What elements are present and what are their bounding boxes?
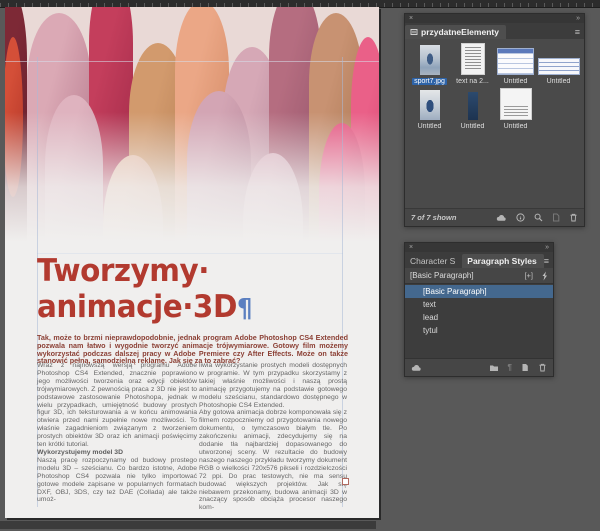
library-item-label: Untitled — [503, 123, 528, 130]
document-page[interactable]: Tworzymy· animacje·3D¶ Tak, może to brzm… — [5, 7, 379, 518]
tab-przydatne-elementy[interactable]: przydatneElementy — [405, 25, 506, 39]
clear-overrides-icon[interactable]: ¶ — [508, 363, 512, 372]
body-paragraph: Wraz z najnowszą wersją programu Adobe P… — [37, 362, 197, 449]
styles-panel-tabs: Character S Paragraph Styles ≡ — [405, 252, 553, 268]
style-row[interactable]: tytul — [405, 324, 553, 337]
character-styles-tab-label: Character S — [410, 256, 456, 266]
headline-text-frame[interactable]: Tworzymy· animacje·3D¶ — [37, 253, 341, 327]
library-item-thumbnail — [499, 88, 532, 120]
collapse-panel-icon[interactable]: » — [576, 15, 580, 22]
body-paragraph: Aby gotowa animacja dobrze komponowała s… — [199, 409, 347, 512]
styles-panel-titlebar: × » — [405, 243, 553, 252]
body-subhead: Wykorzystujemy model 3D — [37, 448, 123, 456]
style-row[interactable]: text — [405, 298, 553, 311]
photo-white-fade — [5, 7, 379, 257]
body-column-right[interactable]: liwia wykorzystanie prostych modeli dost… — [199, 362, 347, 512]
library-item-label: Untitled — [503, 78, 528, 85]
close-panel-icon[interactable]: × — [409, 15, 413, 22]
style-group-folder-icon[interactable] — [489, 364, 499, 372]
library-item-thumbnail — [537, 58, 580, 75]
new-style-icon[interactable] — [521, 363, 529, 372]
style-row[interactable]: lead — [405, 311, 553, 324]
horizontal-guide — [5, 61, 379, 62]
paragraph-styles-tab-label: Paragraph Styles — [467, 256, 537, 266]
style-name: [Basic Paragraph] — [423, 287, 487, 296]
library-item-thumbnail — [497, 48, 534, 75]
style-name: text — [423, 300, 436, 309]
library-item-thumbnail — [467, 92, 478, 120]
styles-controls-row: [Basic Paragraph] [+] — [405, 268, 553, 283]
style-name: tytul — [423, 326, 438, 335]
lipstick-photo-frame[interactable] — [5, 7, 379, 257]
library-item[interactable]: sport7.jpg — [408, 44, 451, 85]
cc-libraries-icon[interactable] — [411, 364, 422, 372]
close-panel-icon[interactable]: × — [409, 244, 413, 251]
library-item[interactable]: Untitled — [408, 89, 451, 130]
library-panel: × » przydatneElementy ≡ sport7.jpg text … — [404, 13, 585, 227]
library-item-thumbnail — [419, 90, 440, 120]
library-item[interactable]: Untitled — [494, 44, 537, 85]
style-row[interactable]: [Basic Paragraph] — [405, 285, 553, 298]
pilcrow-mark: ¶ — [236, 294, 253, 324]
library-tab-label: przydatneElementy — [421, 27, 499, 37]
pasteboard-strip — [0, 521, 376, 529]
collapse-panel-icon[interactable]: » — [545, 244, 549, 251]
library-item[interactable]: Untitled — [537, 44, 580, 85]
lead-text-frame[interactable]: Tak, może to brzmi nieprawdopodobnie, je… — [37, 334, 348, 365]
panel-menu-icon[interactable]: ≡ — [575, 27, 584, 39]
library-count-label: 7 of 7 shown — [411, 213, 457, 222]
item-info-icon[interactable] — [516, 213, 525, 222]
style-name: lead — [423, 313, 439, 322]
search-subset-icon[interactable] — [534, 213, 543, 222]
library-item[interactable]: Untitled — [451, 89, 494, 130]
library-panel-titlebar: × » — [405, 14, 584, 23]
text-overflow-port[interactable] — [342, 478, 349, 485]
library-item-label: sport7.jpg — [412, 78, 447, 85]
headline-line1: Tworzymy· — [37, 253, 209, 289]
library-item-label: text na 2... — [456, 78, 489, 85]
library-status-bar: 7 of 7 shown — [405, 208, 584, 226]
body-paragraph: liwia wykorzystanie prostych modeli dost… — [199, 362, 347, 409]
new-override-icon[interactable]: [+] — [524, 271, 533, 280]
panel-menu-icon[interactable]: ≡ — [544, 256, 553, 268]
cc-libraries-icon[interactable] — [496, 214, 507, 222]
library-item[interactable]: text na 2... — [451, 43, 494, 85]
library-item-label: Untitled — [546, 78, 571, 85]
paragraph-styles-panel: × » Character S Paragraph Styles ≡ [Basi… — [404, 242, 554, 377]
redefine-style-bolt-icon[interactable] — [541, 271, 548, 281]
styles-list: [Basic Paragraph] text lead tytul — [405, 283, 553, 359]
library-item[interactable]: Untitled — [494, 88, 537, 130]
tab-paragraph-styles[interactable]: Paragraph Styles — [462, 254, 544, 268]
library-icon — [410, 28, 418, 36]
styles-bottom-bar: ¶ — [405, 359, 553, 376]
library-items-grid: sport7.jpg text na 2... Untitled Untitle… — [405, 39, 584, 208]
library-item-label: Untitled — [417, 123, 442, 130]
new-item-icon[interactable] — [552, 213, 560, 222]
body-paragraph: Naszą pracę rozpoczynamy od budowy prost… — [37, 456, 197, 504]
delete-style-icon[interactable] — [538, 363, 547, 372]
current-style-label: [Basic Paragraph] — [410, 271, 474, 280]
library-panel-tabs: przydatneElementy ≡ — [405, 23, 584, 39]
body-column-left[interactable]: Wraz z najnowszą wersją programu Adobe P… — [37, 362, 197, 504]
headline-line2: animacje·3D — [37, 289, 237, 325]
library-item-thumbnail — [460, 43, 485, 75]
tab-character-styles[interactable]: Character S — [405, 254, 462, 268]
library-item-thumbnail — [419, 45, 440, 75]
library-item-label: Untitled — [460, 123, 485, 130]
delete-item-icon[interactable] — [569, 213, 578, 222]
